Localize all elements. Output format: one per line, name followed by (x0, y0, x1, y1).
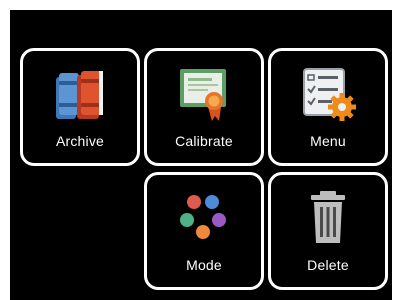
device-screen: Archive Calibrate Menu Mode Delete (10, 10, 392, 300)
colored-dots-icon (147, 185, 261, 249)
menu-button[interactable]: Menu (268, 48, 388, 166)
certificate-icon (147, 61, 261, 125)
archive-label: Archive (55, 133, 105, 149)
delete-button[interactable]: Delete (268, 172, 388, 290)
trash-can-icon (271, 185, 385, 249)
delete-label: Delete (307, 257, 349, 273)
mode-button[interactable]: Mode (144, 172, 264, 290)
mode-label: Mode (186, 257, 222, 273)
menu-label: Menu (310, 133, 346, 149)
calibrate-label: Calibrate (175, 133, 233, 149)
calibrate-button[interactable]: Calibrate (144, 48, 264, 166)
archive-button[interactable]: Archive (20, 48, 140, 166)
books-icon (23, 61, 137, 125)
checklist-gear-icon (271, 61, 385, 125)
